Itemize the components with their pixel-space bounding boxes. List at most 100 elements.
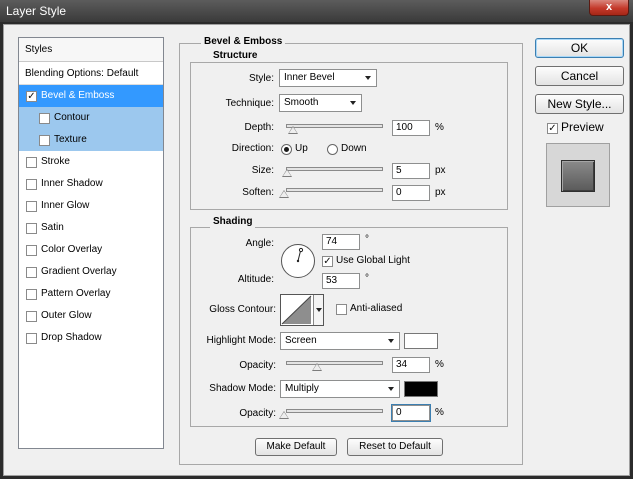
highlight-mode-label: Highlight Mode: [206, 335, 276, 346]
style-item-pattern-overlay[interactable]: Pattern Overlay [19, 283, 163, 305]
altitude-input[interactable]: 53 [322, 273, 360, 289]
style-item-label: Gradient Overlay [41, 266, 117, 277]
contour-dropdown-toggle[interactable] [313, 295, 323, 325]
shadow-opacity-slider-track[interactable] [286, 409, 383, 413]
gloss-contour-label: Gloss Contour: [209, 304, 276, 315]
technique-label: Technique: [225, 98, 274, 109]
style-dropdown[interactable]: Inner Bevel [279, 69, 377, 87]
soften-label: Soften: [242, 187, 274, 198]
highlight-color-swatch[interactable] [404, 333, 438, 349]
chevron-down-icon [350, 101, 356, 105]
altitude-unit: ° [365, 273, 369, 284]
size-slider-track[interactable] [286, 167, 383, 171]
style-item-texture[interactable]: Texture [19, 129, 163, 151]
satin-checkbox[interactable] [26, 223, 37, 234]
size-input[interactable]: 5 [392, 163, 430, 179]
style-item-drop-shadow[interactable]: Drop Shadow [19, 327, 163, 349]
make-default-button[interactable]: Make Default [255, 438, 337, 456]
shadow-mode-dropdown[interactable]: Multiply [280, 380, 400, 398]
chevron-down-icon [388, 387, 394, 391]
stroke-checkbox[interactable] [26, 157, 37, 168]
inner-shadow-checkbox[interactable] [26, 179, 37, 190]
pattern-overlay-checkbox[interactable] [26, 289, 37, 300]
soften-unit: px [435, 187, 446, 198]
use-global-light-checkbox[interactable] [322, 256, 333, 267]
size-slider-thumb[interactable] [282, 169, 292, 177]
reset-to-default-button[interactable]: Reset to Default [347, 438, 443, 456]
chevron-down-icon [388, 339, 394, 343]
preview-shape [561, 160, 595, 192]
color-overlay-checkbox[interactable] [26, 245, 37, 256]
preview-checkbox[interactable] [547, 123, 558, 134]
shadow-color-swatch[interactable] [404, 381, 438, 397]
preview-thumbnail [546, 143, 610, 207]
shadow-opacity-label: Opacity: [239, 408, 276, 419]
outer-glow-checkbox[interactable] [26, 311, 37, 322]
style-item-gradient-overlay[interactable]: Gradient Overlay [19, 261, 163, 283]
style-item-inner-glow[interactable]: Inner Glow [19, 195, 163, 217]
highlight-opacity-unit: % [435, 359, 444, 370]
highlight-mode-dropdown[interactable]: Screen [280, 332, 400, 350]
style-item-label: Pattern Overlay [41, 288, 111, 299]
technique-dropdown[interactable]: Smooth [279, 94, 362, 112]
styles-header[interactable]: Styles [19, 38, 163, 62]
gradient-overlay-checkbox[interactable] [26, 267, 37, 278]
anti-aliased-label: Anti-aliased [350, 303, 403, 314]
depth-input[interactable]: 100 [392, 120, 430, 136]
style-item-label: Bevel & Emboss [41, 90, 115, 101]
style-item-color-overlay[interactable]: Color Overlay [19, 239, 163, 261]
direction-down-radio[interactable] [327, 144, 338, 155]
shading-title: Shading [210, 216, 256, 228]
depth-slider-thumb[interactable] [288, 126, 298, 134]
style-item-label: Inner Glow [41, 200, 90, 211]
shadow-opacity-slider-thumb[interactable] [279, 411, 289, 419]
highlight-opacity-slider-track[interactable] [286, 361, 383, 365]
cancel-button[interactable]: Cancel [535, 66, 624, 86]
new-style-button[interactable]: New Style... [535, 94, 624, 114]
soften-slider-track[interactable] [286, 188, 383, 192]
style-item-label: Color Overlay [41, 244, 103, 255]
shadow-mode-value: Multiply [285, 383, 319, 394]
bevel-emboss-checkbox[interactable] [26, 91, 37, 102]
structure-title: Structure [210, 50, 261, 62]
angle-dial[interactable] [281, 244, 315, 278]
style-item-satin[interactable]: Satin [19, 217, 163, 239]
direction-up-radio[interactable] [281, 144, 292, 155]
angle-unit: ° [365, 234, 369, 245]
angle-label: Angle: [245, 238, 274, 249]
style-item-bevel-emboss[interactable]: Bevel & Emboss [19, 85, 163, 107]
close-icon: x [605, 1, 613, 13]
style-item-label: Outer Glow [41, 310, 92, 321]
chevron-down-icon [316, 308, 322, 312]
contour-checkbox[interactable] [39, 113, 50, 124]
blending-options-item[interactable]: Blending Options: Default [19, 63, 163, 85]
ok-button[interactable]: OK [535, 38, 624, 58]
technique-dropdown-value: Smooth [284, 97, 319, 108]
direction-up-label: Up [295, 143, 308, 154]
highlight-opacity-input[interactable]: 34 [392, 357, 430, 373]
style-item-inner-shadow[interactable]: Inner Shadow [19, 173, 163, 195]
style-item-label: Drop Shadow [41, 332, 102, 343]
style-item-stroke[interactable]: Stroke [19, 151, 163, 173]
blending-options-label: Blending Options: Default [25, 68, 139, 79]
layer-style-dialog: Styles Blending Options: Default Bevel &… [3, 24, 630, 476]
drop-shadow-checkbox[interactable] [26, 333, 37, 344]
style-item-outer-glow[interactable]: Outer Glow [19, 305, 163, 327]
inner-glow-checkbox[interactable] [26, 201, 37, 212]
size-unit: px [435, 165, 446, 176]
preview-label: Preview [561, 120, 604, 134]
angle-input[interactable]: 74 [322, 234, 360, 250]
close-button[interactable]: x [589, 0, 629, 16]
soften-input[interactable]: 0 [392, 185, 430, 201]
contour-curve-icon [281, 295, 312, 325]
use-global-light-label: Use Global Light [336, 255, 410, 266]
altitude-label: Altitude: [237, 274, 274, 285]
gloss-contour-picker[interactable] [280, 294, 324, 326]
shadow-opacity-input[interactable]: 0 [391, 404, 431, 422]
highlight-opacity-slider-thumb[interactable] [312, 363, 322, 371]
depth-slider-track[interactable] [286, 124, 383, 128]
soften-slider-thumb[interactable] [279, 190, 289, 198]
style-item-contour[interactable]: Contour [19, 107, 163, 129]
anti-aliased-checkbox[interactable] [336, 304, 347, 315]
texture-checkbox[interactable] [39, 135, 50, 146]
